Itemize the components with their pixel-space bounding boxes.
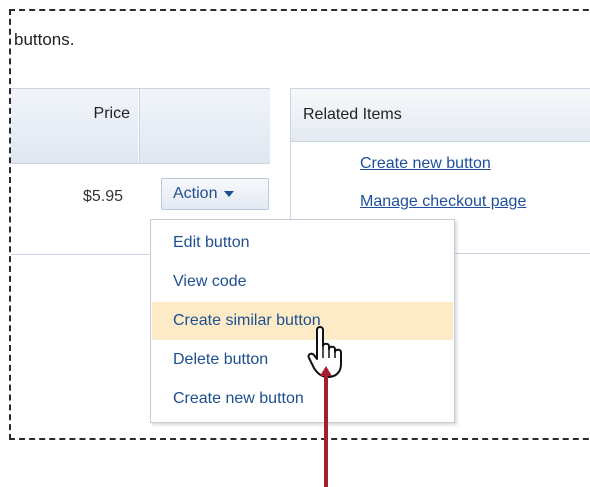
intro-text: buttons.	[14, 30, 75, 49]
callout-arrow-icon	[320, 366, 332, 487]
manage-checkout-page-link[interactable]: Manage checkout page	[360, 193, 526, 211]
create-new-button-link[interactable]: Create new button	[360, 155, 491, 173]
price-header-label: Price	[93, 105, 130, 122]
action-column-header	[139, 89, 271, 163]
action-button[interactable]: Action	[161, 178, 269, 210]
menu-item-create-new-button[interactable]: Create new button	[152, 380, 453, 418]
price-cell: $5.95	[83, 188, 124, 205]
menu-item-view-code[interactable]: View code	[152, 263, 453, 301]
action-dropdown-menu: Edit button View code Create similar but…	[150, 219, 455, 423]
caret-down-icon	[224, 191, 235, 197]
related-items-header: Related Items	[291, 89, 590, 142]
menu-item-delete-button[interactable]: Delete button	[152, 341, 453, 379]
table-header: Price	[11, 88, 270, 164]
price-column-header: Price	[11, 89, 139, 163]
action-button-label: Action	[173, 185, 218, 202]
menu-item-edit-button[interactable]: Edit button	[152, 224, 453, 262]
menu-item-create-similar-button[interactable]: Create similar button	[152, 302, 453, 340]
related-items-title: Related Items	[303, 106, 402, 123]
